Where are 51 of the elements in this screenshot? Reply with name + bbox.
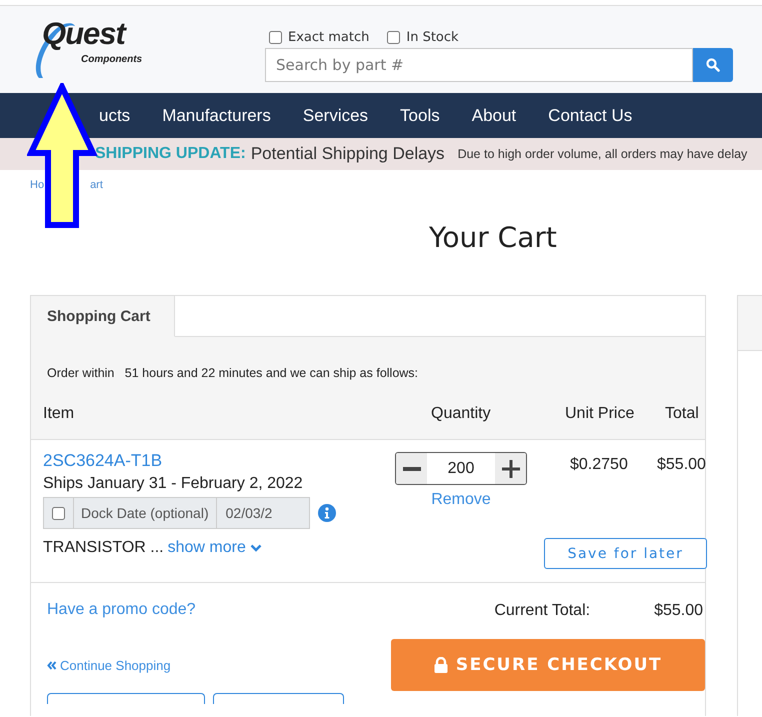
item-description: TRANSISTOR ... [43,539,164,557]
checkbox-label: Exact match [288,30,370,44]
button[interactable] [47,693,205,704]
current-total-value: $55.00 [654,602,703,620]
continue-shopping-link[interactable]: Continue Shopping [47,658,390,673]
promo-code-link[interactable]: Have a promo code? [47,601,390,619]
save-for-later-button[interactable]: Save for later [544,538,707,569]
chevron-down-icon [250,543,262,553]
checkbox[interactable] [269,30,282,44]
unit-price: $0.2750 [570,456,628,474]
checkbox[interactable] [52,506,65,520]
nav-link[interactable]: About [472,106,516,126]
dock-date-label: Dock Date (optional) [74,498,217,528]
button[interactable] [213,693,344,704]
banner-headline: Potential Shipping Delays [250,144,445,164]
column-header: Quantity [431,405,492,423]
banner-title: SHIPPING UPDATE: [95,145,246,163]
nav-link[interactable]: Manufacturers [162,106,271,126]
search-field[interactable]: Search by part # [265,48,693,82]
shipping-notice: Order within 51 hours and 22 minutes and we can ship as follows: [46,365,420,380]
date-field[interactable]: 02/03/2 [216,498,309,528]
banner-message: Due to high order volume, all orders may have delay [458,147,748,161]
plus-icon [500,458,520,478]
checkbox-label: In Stock [406,30,459,44]
double-chevron-icon [47,661,57,670]
column-header: Unit Price [565,405,636,423]
minus-button[interactable] [396,453,427,484]
nav-link[interactable]: Tools [400,106,440,126]
nav-link[interactable]: ucts [99,106,130,126]
plus-button[interactable] [495,453,526,484]
remove-link[interactable]: Remove [431,491,491,509]
column-header: Item [43,405,76,423]
search-button[interactable] [693,48,733,82]
minus-icon [402,466,420,470]
nav-link[interactable]: Contact Us [548,106,632,126]
line-total: $55.00 [657,456,706,474]
breadcrumb-link[interactable]: art [90,179,103,191]
column-header: Total [665,405,700,423]
page-title: Your Cart [428,221,558,256]
search-icon [706,58,720,72]
info-icon[interactable] [318,504,336,522]
breadcrumb-link[interactable]: Ho [30,179,44,191]
nav-link[interactable]: Services [302,106,368,126]
lock-icon [434,657,448,673]
part-link[interactable]: 2SC3624A-T1B [43,451,336,473]
ship-date: Ships January 31 - February 2, 2022 [43,475,304,493]
tab[interactable]: Shopping Cart [31,296,175,337]
current-total-label: Current Total: [494,602,590,620]
show-more-link[interactable]: show more [168,539,262,557]
logo-tagline: Components [81,54,142,65]
checkbox[interactable] [387,30,400,44]
